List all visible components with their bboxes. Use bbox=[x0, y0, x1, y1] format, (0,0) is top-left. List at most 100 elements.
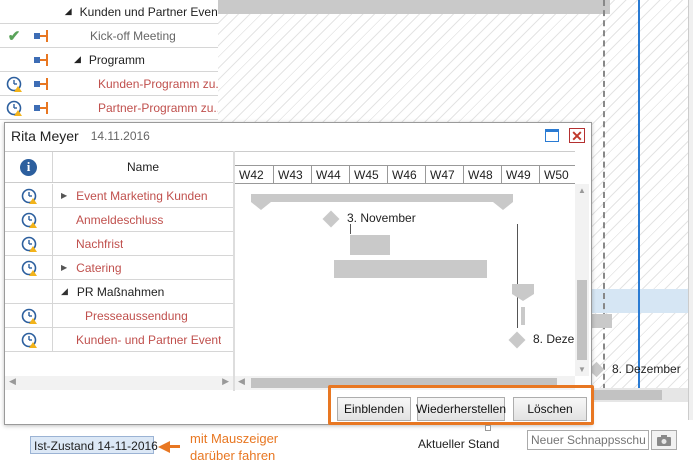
bg-row-label: Kick-off Meeting bbox=[90, 28, 176, 43]
milestone-diamond[interactable] bbox=[508, 331, 526, 349]
background-hscrollbar[interactable] bbox=[592, 388, 688, 402]
annotation-dezember: 8. Dezen bbox=[533, 332, 575, 346]
list-item[interactable]: Nachfrist bbox=[5, 232, 233, 256]
week-row: W42 W43 W44 W45 W46 W47 W48 W49 W50 bbox=[235, 166, 575, 184]
background-hscroll-thumb[interactable] bbox=[592, 390, 662, 400]
snapshot-dialog: Rita Meyer 14.11.2016 ✕ i Name ▶ Event M… bbox=[4, 122, 592, 425]
clock-warning-icon bbox=[21, 212, 37, 228]
clock-warning-icon bbox=[6, 100, 22, 116]
week-label: W42 bbox=[239, 168, 264, 182]
buttons-highlight-frame bbox=[328, 385, 594, 425]
summary-bar-left-cap bbox=[251, 202, 271, 210]
snapshot-camera-button[interactable] bbox=[651, 430, 677, 450]
list-header: i Name bbox=[5, 151, 233, 183]
list-item[interactable]: Presseaussendung bbox=[5, 304, 233, 328]
summary-bar[interactable] bbox=[512, 284, 534, 294]
background-milestone-bar bbox=[592, 314, 612, 328]
expand-arrow-icon[interactable]: ▶ bbox=[61, 191, 67, 200]
clock-warning-icon bbox=[21, 188, 37, 204]
dependency-icon bbox=[34, 77, 48, 90]
week-label: W50 bbox=[539, 166, 569, 183]
collapse-arrow-icon[interactable]: ◢ bbox=[74, 54, 81, 65]
hint-arrow-shaft bbox=[168, 445, 180, 448]
right-border bbox=[688, 0, 693, 420]
new-snapshot-input[interactable] bbox=[527, 430, 649, 450]
column-header-name[interactable]: Name bbox=[53, 152, 233, 182]
scroll-left-icon[interactable]: ◀ bbox=[238, 376, 245, 387]
check-icon: ✔ bbox=[7, 27, 21, 45]
list-item[interactable]: Anmeldeschluss bbox=[5, 208, 233, 232]
dependency-icon bbox=[34, 53, 48, 66]
scroll-left-icon[interactable]: ◀ bbox=[9, 376, 16, 387]
annotation-november: 3. November bbox=[347, 211, 416, 225]
row-label: Kunden- und Partner Event bbox=[76, 332, 222, 347]
snapshot-tag[interactable]: Ist-Zustand 14-11-2016 bbox=[30, 436, 158, 454]
expand-arrow-icon[interactable]: ▶ bbox=[61, 263, 67, 272]
connector-line bbox=[517, 224, 518, 328]
scroll-up-icon[interactable]: ▲ bbox=[578, 186, 586, 195]
camera-icon bbox=[657, 435, 671, 446]
background-annotation-dezember: 8. Dezember bbox=[612, 362, 681, 376]
row-label: Anmeldeschluss bbox=[76, 212, 164, 227]
collapse-arrow-icon[interactable]: ◢ bbox=[61, 286, 68, 297]
highlight-connector bbox=[485, 425, 491, 431]
info-icon[interactable]: i bbox=[20, 158, 37, 176]
timeline-header-top bbox=[235, 152, 575, 166]
row-label: Catering bbox=[76, 260, 122, 275]
week-label: W49 bbox=[501, 166, 531, 183]
scroll-right-icon[interactable]: ▶ bbox=[222, 376, 229, 387]
bg-row-label: Partner-Programm zu... bbox=[98, 100, 218, 115]
timeline-header: W42 W43 W44 W45 W46 W47 W48 W49 W50 bbox=[235, 151, 575, 184]
dialog-title: Rita Meyer bbox=[11, 128, 79, 144]
background-highlight-band bbox=[592, 289, 688, 313]
today-line bbox=[638, 0, 640, 400]
dependency-icon bbox=[34, 29, 48, 42]
summary-bar-right-cap bbox=[493, 202, 513, 210]
milestone-diamond[interactable] bbox=[322, 210, 340, 228]
task-bar[interactable] bbox=[334, 260, 487, 278]
hint-text-line1: mit Mauszeiger bbox=[190, 431, 279, 446]
bg-row-label: Kunden-Programm zu... bbox=[98, 76, 218, 91]
scroll-down-icon[interactable]: ▼ bbox=[578, 365, 586, 374]
clock-warning-icon bbox=[6, 76, 22, 92]
clock-warning-icon bbox=[21, 308, 37, 324]
dependency-icon bbox=[34, 101, 48, 114]
collapse-arrow-icon[interactable]: ◢ bbox=[65, 6, 72, 17]
current-state-label[interactable]: Aktueller Stand bbox=[418, 437, 499, 451]
dialog-task-list: ▶ Event Marketing Kunden Anmeldeschluss … bbox=[5, 184, 233, 376]
week-label: W48 bbox=[463, 166, 493, 183]
list-item[interactable]: ▶ Event Marketing Kunden bbox=[5, 184, 233, 208]
close-button[interactable]: ✕ bbox=[569, 128, 585, 143]
connector-line bbox=[350, 224, 351, 234]
list-item[interactable]: ◢ PR Maßnahmen bbox=[5, 280, 233, 304]
list-item[interactable]: ▶ Catering bbox=[5, 256, 233, 280]
list-hscrollbar[interactable]: ◀ ▶ bbox=[5, 376, 233, 390]
list-item[interactable]: Kunden- und Partner Event bbox=[5, 328, 233, 352]
clock-warning-icon bbox=[21, 236, 37, 252]
vscroll-thumb[interactable] bbox=[577, 280, 587, 360]
week-label: W44 bbox=[311, 166, 341, 183]
row-label: PR Maßnahmen bbox=[76, 284, 165, 299]
background-summary-bar bbox=[218, 0, 610, 14]
week-label: W47 bbox=[425, 166, 455, 183]
summary-bar-cap bbox=[512, 294, 534, 301]
summary-bar[interactable] bbox=[251, 194, 513, 202]
dialog-vscrollbar[interactable]: ▲ ▼ bbox=[575, 184, 589, 376]
maximize-button[interactable] bbox=[545, 129, 559, 142]
task-bar[interactable] bbox=[350, 235, 390, 255]
task-bar[interactable] bbox=[521, 307, 525, 325]
bg-row-label: Kunden und Partner Event bbox=[79, 4, 218, 19]
clock-warning-icon bbox=[21, 332, 37, 348]
week-label: W43 bbox=[273, 166, 303, 183]
row-label: Event Marketing Kunden bbox=[76, 188, 208, 203]
dialog-gantt-chart: 3. November 8. Dezen bbox=[235, 184, 575, 376]
background-dashed-line bbox=[603, 0, 605, 400]
close-icon: ✕ bbox=[571, 127, 583, 144]
bg-row-label: Programm bbox=[88, 52, 145, 67]
clock-warning-icon bbox=[21, 260, 37, 276]
row-label: Presseaussendung bbox=[85, 308, 188, 323]
hint-text-line2: darüber fahren bbox=[190, 448, 276, 463]
background-task-list: ◢ Kunden und Partner Event ✔ Kick-off Me… bbox=[0, 0, 218, 122]
dialog-title-bar: Rita Meyer 14.11.2016 bbox=[5, 123, 591, 149]
week-label: W45 bbox=[349, 166, 379, 183]
